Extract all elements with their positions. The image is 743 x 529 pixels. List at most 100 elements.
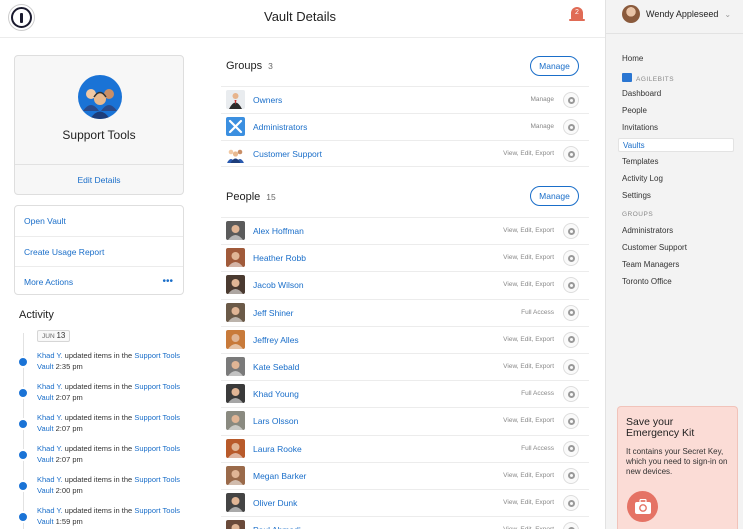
person-row[interactable]: Alex Hoffman View, Edit, Export: [221, 217, 589, 244]
sidebar-item-administrators[interactable]: Administrators: [622, 224, 738, 238]
person-name-link[interactable]: Khad Young: [253, 389, 299, 399]
activity-user-link[interactable]: Khad Y.: [37, 382, 63, 391]
gear-icon[interactable]: [563, 495, 579, 511]
sidebar-item-customer-support[interactable]: Customer Support: [622, 241, 738, 255]
create-usage-report-link[interactable]: Create Usage Report: [15, 236, 183, 266]
more-actions-link[interactable]: More Actions •••: [15, 266, 183, 296]
activity-text: updated items in the: [62, 351, 135, 360]
person-row[interactable]: Oliver Dunk View, Edit, Export: [221, 489, 589, 516]
gear-icon[interactable]: [563, 522, 579, 529]
group-name-link[interactable]: Customer Support: [253, 149, 322, 159]
person-row[interactable]: Khad Young Full Access: [221, 380, 589, 407]
bell-icon[interactable]: 2: [569, 6, 585, 24]
person-row[interactable]: Lars Olsson View, Edit, Export: [221, 407, 589, 434]
emergency-kit-title: Save your Emergency Kit: [626, 416, 695, 439]
group-name-link[interactable]: Owners: [253, 95, 282, 105]
person-row[interactable]: Jeff Shiner Full Access: [221, 298, 589, 326]
vault-actions: Open Vault Create Usage Report More Acti…: [14, 205, 184, 295]
activity-time: 2:07 pm: [55, 454, 83, 464]
groups-label: Groups: [226, 60, 263, 72]
person-avatar: [226, 411, 245, 431]
gear-icon[interactable]: [563, 250, 579, 267]
person-name-link[interactable]: Megan Barker: [253, 471, 306, 481]
gear-icon[interactable]: [563, 359, 579, 375]
activity-user-link[interactable]: Khad Y.: [37, 475, 63, 484]
group-row[interactable]: Owners Manage: [221, 86, 589, 113]
gear-icon[interactable]: [563, 146, 579, 163]
gear-icon[interactable]: [563, 304, 579, 321]
open-vault-link[interactable]: Open Vault: [15, 206, 183, 236]
activity-entry: Khad Y. updated items in the Support Too…: [37, 413, 187, 434]
right-sidebar: Wendy Appleseed ⌄ Home AGILEBITS Dashboard…: [605, 0, 743, 529]
person-name-link[interactable]: Jeff Shiner: [253, 308, 293, 318]
group-row[interactable]: Customer Support View, Edit, Export: [221, 140, 589, 168]
person-avatar: [226, 302, 245, 322]
gear-icon-center: [567, 336, 575, 344]
person-row[interactable]: Heather Robb View, Edit, Export: [221, 244, 589, 271]
emergency-kit-text: It contains your Secret Key, which you n…: [626, 447, 728, 476]
edit-details-link[interactable]: Edit Details: [15, 175, 183, 185]
person-name-link[interactable]: Lars Olsson: [253, 416, 298, 426]
sidebar-item-vaults[interactable]: Vaults: [618, 138, 734, 152]
person-row[interactable]: Jeffrey Alles View, Edit, Export: [221, 325, 589, 353]
activity-user-link[interactable]: Khad Y.: [37, 351, 63, 360]
manage-groups-button[interactable]: Manage: [530, 56, 579, 76]
person-avatar: [226, 329, 245, 349]
activity-entry: Khad Y. updated items in the Support Too…: [37, 506, 187, 527]
sidebar-item-activity-log[interactable]: Activity Log: [622, 172, 738, 186]
first-aid-kit-icon[interactable]: [627, 491, 658, 522]
groups-count: 3: [268, 61, 273, 71]
person-name-link[interactable]: Oliver Dunk: [253, 498, 297, 508]
group-row[interactable]: Administrators Manage: [221, 113, 589, 140]
person-row[interactable]: Laura Rooke Full Access: [221, 434, 589, 462]
person-name-link[interactable]: Jacob Wilson: [253, 280, 304, 290]
person-avatar: [226, 465, 245, 485]
sidebar-section-agilebits: AGILEBITS: [622, 73, 674, 83]
activity-avatar: [17, 449, 29, 461]
activity-avatar: [17, 511, 29, 523]
activity-entry: Khad Y. updated items in the Support Too…: [37, 475, 187, 496]
activity-text: updated items in the: [62, 382, 135, 391]
sidebar-item-invitations[interactable]: Invitations: [622, 121, 738, 135]
activity-entry: Khad Y. updated items in the Support Too…: [37, 444, 187, 465]
person-row[interactable]: Megan Barker View, Edit, Export: [221, 461, 589, 489]
activity-user-link[interactable]: Khad Y.: [37, 413, 63, 422]
person-row[interactable]: Paul AhmadiView, Edit, Export: [221, 516, 589, 529]
person-name-link[interactable]: Paul Ahmadi: [253, 525, 301, 529]
sidebar-item-team-managers[interactable]: Team Managers: [622, 258, 738, 272]
gear-icon[interactable]: [563, 223, 579, 239]
gear-icon[interactable]: [563, 467, 579, 484]
person-name-link[interactable]: Laura Rooke: [253, 444, 302, 454]
person-name-link[interactable]: Kate Sebald: [253, 362, 299, 372]
sidebar-item-people[interactable]: People: [622, 104, 738, 118]
activity-avatar: [17, 480, 29, 492]
emergency-kit-card[interactable]: Save your Emergency Kit It contains your…: [617, 406, 738, 529]
user-menu[interactable]: Wendy Appleseed ⌄: [622, 5, 731, 23]
gear-icon-center: [567, 227, 575, 235]
person-name-link[interactable]: Heather Robb: [253, 253, 306, 263]
gear-icon[interactable]: [563, 331, 579, 348]
sidebar-item-templates[interactable]: Templates: [622, 155, 738, 169]
sidebar-item-toronto-office[interactable]: Toronto Office: [622, 275, 738, 289]
gear-icon[interactable]: [563, 92, 579, 108]
gear-icon[interactable]: [563, 413, 579, 430]
vault-name: Support Tools: [62, 128, 136, 142]
person-name-link[interactable]: Alex Hoffman: [253, 226, 304, 236]
page-title: Vault Details: [263, 9, 336, 24]
gear-icon[interactable]: [563, 386, 579, 403]
activity-user-link[interactable]: Khad Y.: [37, 444, 63, 453]
gear-icon[interactable]: [563, 119, 579, 136]
manage-people-button[interactable]: Manage: [530, 186, 579, 206]
gear-icon[interactable]: [563, 440, 579, 457]
sidebar-item-settings[interactable]: Settings: [622, 189, 738, 203]
group-name-link[interactable]: Administrators: [253, 122, 307, 132]
gear-icon[interactable]: [563, 277, 579, 294]
sidebar-item-dashboard[interactable]: Dashboard: [622, 87, 738, 101]
person-row[interactable]: Kate Sebald View, Edit, Export: [221, 353, 589, 380]
permission-text: View, Edit, Export: [503, 499, 554, 506]
sidebar-item-home[interactable]: Home: [622, 52, 738, 66]
person-row[interactable]: Jacob Wilson View, Edit, Export: [221, 271, 589, 298]
person-name-link[interactable]: Jeffrey Alles: [253, 335, 299, 345]
activity-user-link[interactable]: Khad Y.: [37, 506, 63, 515]
date-month: JUN: [42, 333, 55, 340]
